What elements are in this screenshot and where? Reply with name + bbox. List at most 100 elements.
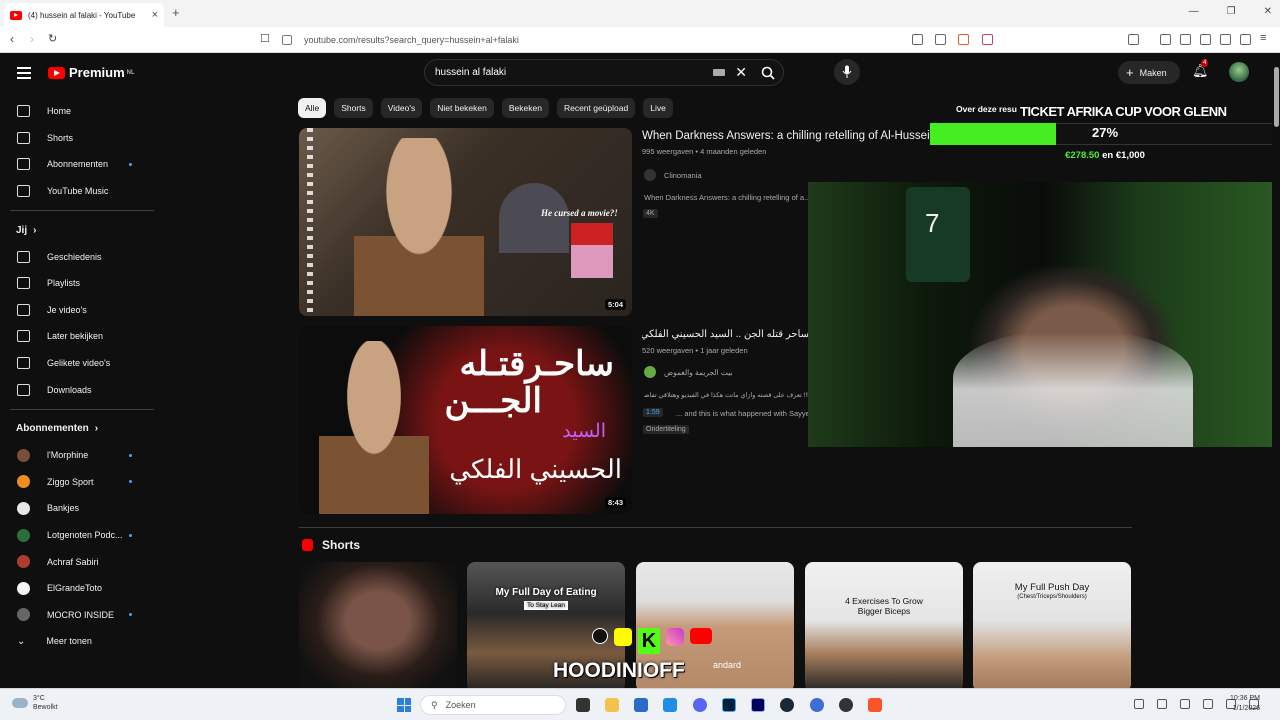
channel-avatar <box>17 581 30 595</box>
video-title[interactable]: ساحر قتله الجن .. السيد الحسيني الفلكي و… <box>642 329 809 340</box>
forward-icon[interactable]: › <box>30 32 34 46</box>
create-button[interactable]: + Maken <box>1118 61 1180 84</box>
sidebar-item[interactable]: Ziggo Sport <box>0 469 154 496</box>
menu-icon[interactable]: ≡ <box>1260 32 1266 44</box>
sidebar-item[interactable]: Gelikete video's <box>0 350 154 377</box>
sidebar-item[interactable]: Later bekijken <box>0 323 154 350</box>
sidebar-toggle-icon[interactable] <box>1128 34 1139 45</box>
start-button[interactable] <box>397 698 411 712</box>
mic-tray-icon[interactable] <box>1180 699 1190 709</box>
donation-goal-overlay: Over deze resu TICKET AFRIKA CUP VOOR GL… <box>930 103 1280 169</box>
tab-title: (4) hussein al falaki - YouTube <box>28 10 136 20</box>
sidebar-item[interactable]: l'Morphine <box>0 442 154 469</box>
filter-chip[interactable]: Niet bekeken <box>430 98 494 118</box>
video-thumbnail[interactable]: He cursed a movie?! 5:04 <box>299 128 632 316</box>
outlook-icon[interactable] <box>663 698 677 712</box>
brave-browser-icon[interactable] <box>868 698 882 712</box>
filter-chip[interactable]: Bekeken <box>501 98 549 118</box>
filter-chip[interactable]: Video's <box>380 98 423 118</box>
browser-tab[interactable]: (4) hussein al falaki - YouTube × <box>4 3 164 27</box>
wifi-icon[interactable] <box>1203 699 1213 709</box>
vpn-icon[interactable] <box>1240 34 1251 45</box>
share-icon[interactable] <box>935 34 946 45</box>
bookmark-icon[interactable]: ☐ <box>260 32 270 45</box>
account-avatar[interactable] <box>1229 62 1249 82</box>
filter-chip[interactable]: Live <box>643 98 673 118</box>
keyboard-icon[interactable] <box>713 69 726 76</box>
sidebar-item[interactable]: Achraf Sabiri <box>0 548 154 575</box>
task-view-icon[interactable] <box>576 698 590 712</box>
sidebar-item[interactable]: Lotgenoten Podc... <box>0 522 154 549</box>
obs-icon[interactable] <box>839 698 853 712</box>
site-info-icon[interactable] <box>282 35 292 45</box>
youtube-premium-logo[interactable]: Premium NL <box>48 65 135 80</box>
sidebar-item-label: Lotgenoten Podc... <box>47 530 123 541</box>
store-icon[interactable] <box>634 698 648 712</box>
sidebar-item[interactable]: Playlists <box>0 270 154 297</box>
tray-chevron-icon[interactable] <box>1134 699 1144 709</box>
discord-icon[interactable] <box>693 698 707 712</box>
sidebar-item[interactable]: Bankjes <box>0 495 154 522</box>
filter-chip[interactable]: Alle <box>298 98 327 118</box>
filter-chip[interactable]: Recent geüpload <box>556 98 636 118</box>
voice-search-button[interactable] <box>834 59 860 85</box>
weather-widget[interactable]: 3°C Bewolkt <box>12 694 58 712</box>
steam-icon[interactable] <box>780 698 794 712</box>
watch-later-icon <box>17 330 30 343</box>
extensions-icon[interactable] <box>1220 34 1231 45</box>
hamburger-menu-icon[interactable] <box>17 67 31 79</box>
reader-icon[interactable] <box>1180 34 1191 45</box>
filter-chip[interactable]: Shorts <box>334 98 373 118</box>
sidebar-section-header[interactable]: Jij › <box>0 217 154 243</box>
app-icon[interactable] <box>810 698 824 712</box>
cloud-icon <box>12 698 28 708</box>
cast-icon[interactable] <box>912 34 923 45</box>
taskbar-clock[interactable]: 10:36 PM 1/1/2026 <box>1230 694 1260 714</box>
wallet-icon[interactable] <box>1200 34 1211 45</box>
minimize-icon[interactable]: — <box>1189 6 1199 17</box>
reload-icon[interactable]: ↻ <box>48 32 57 45</box>
url-field[interactable]: youtube.com/results?search_query=hussein… <box>282 31 1002 49</box>
short-card[interactable] <box>299 562 457 692</box>
media-icon[interactable] <box>1160 34 1171 45</box>
sidebar-item[interactable]: Shorts <box>0 125 154 152</box>
new-tab-icon[interactable]: + <box>172 5 180 20</box>
channel-avatar[interactable] <box>644 366 656 378</box>
channel-name[interactable]: بيت الجريمة والغموض <box>664 368 733 377</box>
video-title[interactable]: When Darkness Answers: a chilling retell… <box>642 130 932 142</box>
sidebar-item[interactable]: MOCRO INSIDE <box>0 602 154 629</box>
short-card[interactable]: My Full Push Day (Chest/Triceps/Shoulder… <box>973 562 1131 692</box>
network-icon[interactable] <box>1157 699 1167 709</box>
chapter-timestamp[interactable]: 1:59 <box>643 408 663 417</box>
page-scrollbar[interactable] <box>1272 55 1280 688</box>
file-explorer-icon[interactable] <box>605 698 619 712</box>
sidebar-item[interactable]: YouTube Music <box>0 178 154 205</box>
clear-search-icon[interactable]: ✕ <box>735 64 747 81</box>
rewards-icon[interactable] <box>982 34 993 45</box>
brave-shield-icon[interactable] <box>958 34 969 45</box>
sidebar-item[interactable]: Home <box>0 98 154 125</box>
notifications-button[interactable]: 🔔︎ 4 <box>1192 59 1209 79</box>
sidebar-section-header[interactable]: Abonnementen › <box>0 416 154 442</box>
channel-name[interactable]: Clinomania <box>664 171 702 180</box>
channel-avatar[interactable] <box>644 169 656 181</box>
maximize-icon[interactable]: ❐ <box>1227 6 1236 17</box>
video-thumbnail[interactable]: ساحـرقتـله الجـــن السيد الحسيني الفلكي … <box>299 326 632 514</box>
close-window-icon[interactable]: ✕ <box>1264 6 1272 17</box>
search-box[interactable]: hussein al falaki ✕ <box>424 59 784 86</box>
premiere-icon[interactable] <box>751 698 765 712</box>
search-input[interactable]: hussein al falaki <box>435 67 506 78</box>
sidebar-item[interactable]: ElGrandeToto <box>0 575 154 602</box>
sidebar-item[interactable]: Geschiedenis <box>0 243 154 270</box>
sidebar-item[interactable]: Je video's <box>0 297 154 324</box>
search-button[interactable] <box>753 60 783 85</box>
close-tab-icon[interactable]: × <box>152 9 158 21</box>
photoshop-icon[interactable] <box>722 698 736 712</box>
back-icon[interactable]: ‹ <box>10 32 14 46</box>
chevron-right-icon: › <box>94 423 99 435</box>
sidebar-item[interactable]: Abonnementen <box>0 151 154 178</box>
sidebar-item[interactable]: Downloads <box>0 376 154 403</box>
taskbar-search[interactable]: ⚲ Zoeken <box>420 695 566 715</box>
show-more-button[interactable]: ⌄ Meer tonen <box>0 628 154 655</box>
short-card[interactable]: 4 Exercises To Grow Bigger Biceps <box>805 562 963 692</box>
